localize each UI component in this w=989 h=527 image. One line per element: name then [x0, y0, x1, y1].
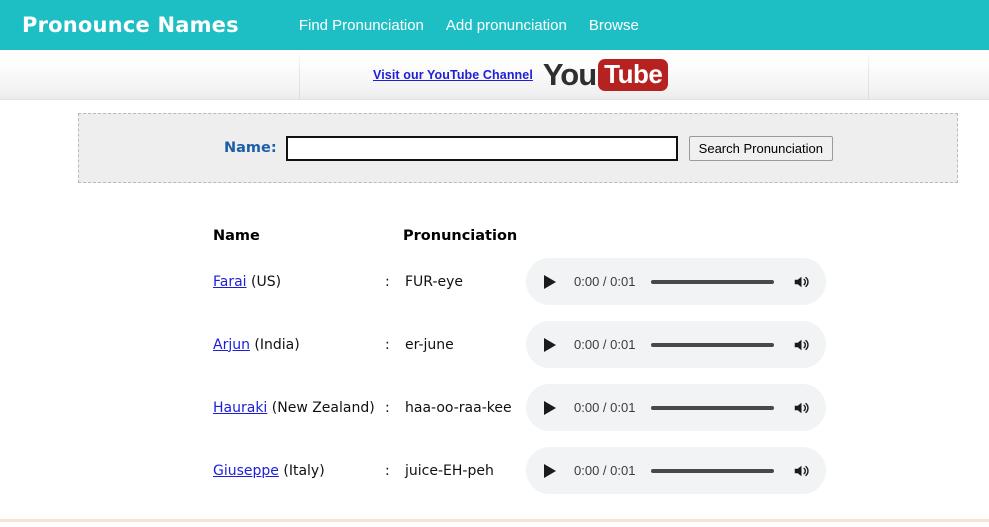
speaker-icon[interactable]	[790, 271, 812, 293]
search-name-input[interactable]	[285, 135, 678, 161]
audio-progress-bar[interactable]	[651, 468, 774, 473]
name-region: (India)	[254, 336, 300, 353]
result-name-cell: Giuseppe (Italy)	[213, 463, 385, 479]
main-navigation: Find Pronunciation Add pronunciation Bro…	[299, 17, 639, 34]
youtube-promo: Visit our YouTube Channel You Tube	[373, 50, 669, 99]
nav-item-add-pronunciation[interactable]: Add pronunciation	[446, 17, 567, 34]
subheader-divider-right	[868, 52, 869, 99]
result-name-cell: Hauraki (New Zealand)	[213, 400, 385, 416]
speaker-icon[interactable]	[790, 460, 812, 482]
name-region: (Italy)	[283, 462, 325, 479]
results-table: Name Pronunciation Farai (US) : FUR-eye …	[0, 222, 989, 502]
search-form: Name: Search Pronunciation	[79, 114, 957, 182]
play-icon[interactable]	[540, 398, 560, 418]
youtube-logo-you-text: You	[542, 57, 597, 92]
play-icon[interactable]	[540, 272, 560, 292]
audio-progress-bar[interactable]	[651, 342, 774, 347]
audio-player[interactable]: 0:00 / 0:01	[526, 447, 826, 494]
name-region: (New Zealand)	[271, 399, 375, 416]
table-row: Farai (US) : FUR-eye 0:00 / 0:01	[0, 250, 989, 313]
subheader-divider-left	[299, 52, 300, 99]
play-icon[interactable]	[540, 335, 560, 355]
nav-item-find-pronunciation[interactable]: Find Pronunciation	[299, 17, 424, 34]
column-header-pronunciation: Pronunciation	[403, 228, 518, 244]
nav-item-browse[interactable]: Browse	[589, 17, 639, 34]
pronunciation-text: haa-oo-raa-kee	[405, 399, 512, 416]
name-link[interactable]: Giuseppe	[213, 463, 279, 479]
site-header: Pronounce Names Find Pronunciation Add p…	[0, 0, 989, 50]
footer-divider	[0, 519, 989, 522]
youtube-logo-icon[interactable]: You Tube	[542, 57, 669, 92]
name-region: (US)	[251, 273, 282, 290]
sub-header-bar: Visit our YouTube Channel You Tube	[0, 50, 989, 100]
result-name-cell: Arjun (India)	[213, 337, 385, 353]
audio-time-display: 0:00 / 0:01	[574, 400, 636, 415]
table-row: Giuseppe (Italy) : juice-EH-peh 0:00 / 0…	[0, 439, 989, 502]
search-panel: Name: Search Pronunciation	[78, 113, 958, 183]
result-name-cell: Farai (US)	[213, 274, 385, 290]
name-link[interactable]: Hauraki	[213, 400, 267, 416]
site-brand-title: Pronounce Names	[22, 13, 239, 37]
name-field-label: Name:	[224, 140, 277, 156]
row-separator: :	[385, 336, 390, 353]
pronunciation-text: er-june	[405, 336, 454, 353]
audio-time-display: 0:00 / 0:01	[574, 274, 636, 289]
row-separator: :	[385, 273, 390, 290]
audio-time-display: 0:00 / 0:01	[574, 337, 636, 352]
youtube-logo-tube-text: Tube	[598, 58, 669, 91]
audio-time-display: 0:00 / 0:01	[574, 463, 636, 478]
row-separator: :	[385, 462, 390, 479]
audio-progress-bar[interactable]	[651, 405, 774, 410]
audio-player[interactable]: 0:00 / 0:01	[526, 258, 826, 305]
table-header-row: Name Pronunciation	[0, 222, 989, 250]
table-row: Arjun (India) : er-june 0:00 / 0:01	[0, 313, 989, 376]
name-link[interactable]: Arjun	[213, 337, 250, 353]
audio-progress-bar[interactable]	[651, 279, 774, 284]
pronunciation-text: FUR-eye	[405, 273, 464, 290]
play-icon[interactable]	[540, 461, 560, 481]
search-pronunciation-button[interactable]: Search Pronunciation	[688, 135, 833, 161]
speaker-icon[interactable]	[790, 397, 812, 419]
row-separator: :	[385, 399, 390, 416]
speaker-icon[interactable]	[790, 334, 812, 356]
name-link[interactable]: Farai	[213, 274, 247, 290]
table-row: Hauraki (New Zealand) : haa-oo-raa-kee 0…	[0, 376, 989, 439]
youtube-channel-link[interactable]: Visit our YouTube Channel	[373, 68, 533, 82]
pronunciation-text: juice-EH-peh	[405, 462, 494, 479]
column-header-name: Name	[213, 228, 260, 244]
audio-player[interactable]: 0:00 / 0:01	[526, 384, 826, 431]
audio-player[interactable]: 0:00 / 0:01	[526, 321, 826, 368]
